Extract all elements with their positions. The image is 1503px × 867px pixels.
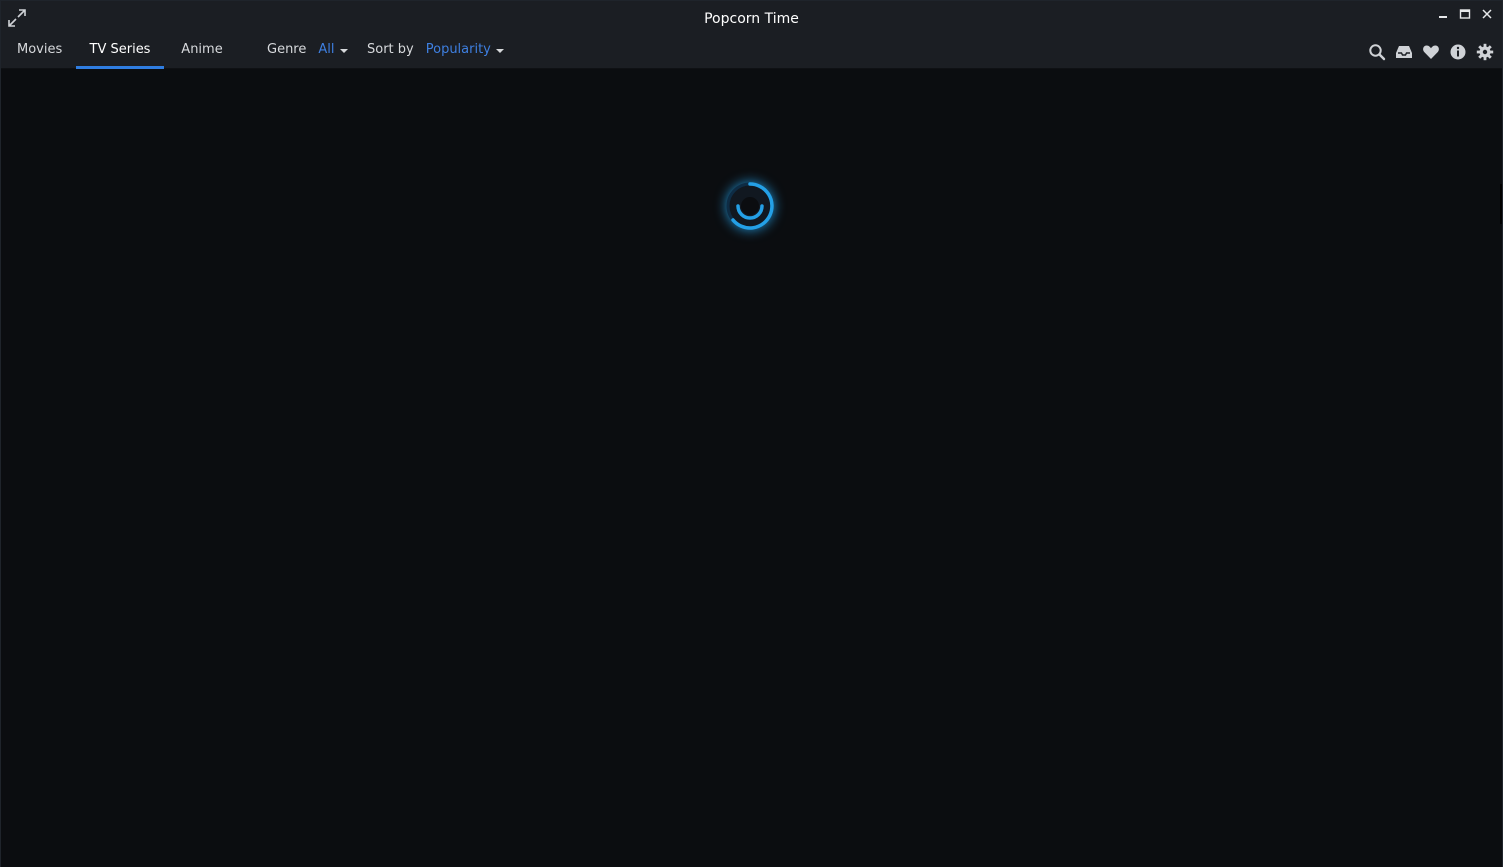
content-area — [1, 69, 1502, 867]
sort-value: Popularity — [425, 42, 491, 57]
info-icon[interactable] — [1449, 43, 1467, 61]
title-bar: Popcorn Time — [1, 1, 1502, 35]
genre-dropdown[interactable]: All — [318, 42, 348, 57]
sort-label: Sort by — [367, 42, 414, 57]
app-title: Popcorn Time — [704, 11, 799, 27]
genre-value: All — [318, 42, 335, 57]
maximize-icon[interactable] — [1458, 7, 1472, 21]
search-icon[interactable] — [1368, 43, 1386, 61]
tab-tv-series[interactable]: TV Series — [76, 35, 164, 69]
close-icon[interactable] — [1480, 7, 1494, 21]
minimize-icon[interactable] — [1436, 7, 1450, 21]
sort-filter: Sort by Popularity — [367, 42, 504, 57]
chevron-down-icon — [339, 48, 348, 53]
heart-icon[interactable] — [1422, 43, 1440, 61]
genre-label: Genre — [267, 42, 307, 57]
window-controls — [1436, 7, 1494, 21]
nav-bar: Movies TV Series Anime Genre All Sort by… — [1, 35, 1502, 69]
inbox-icon[interactable] — [1395, 43, 1413, 61]
genre-filter: Genre All — [267, 42, 348, 57]
gear-icon[interactable] — [1476, 43, 1494, 61]
chevron-down-icon — [495, 48, 504, 53]
sort-dropdown[interactable]: Popularity — [426, 42, 504, 57]
loading-spinner-icon — [726, 182, 774, 230]
app-window: Popcorn Time Movies TV Series Anime Genr… — [0, 0, 1503, 867]
scrollbar[interactable] — [1500, 184, 1502, 224]
toolbar-icons — [1368, 43, 1494, 61]
tab-anime[interactable]: Anime — [181, 35, 223, 69]
tab-movies[interactable]: Movies — [17, 35, 62, 69]
